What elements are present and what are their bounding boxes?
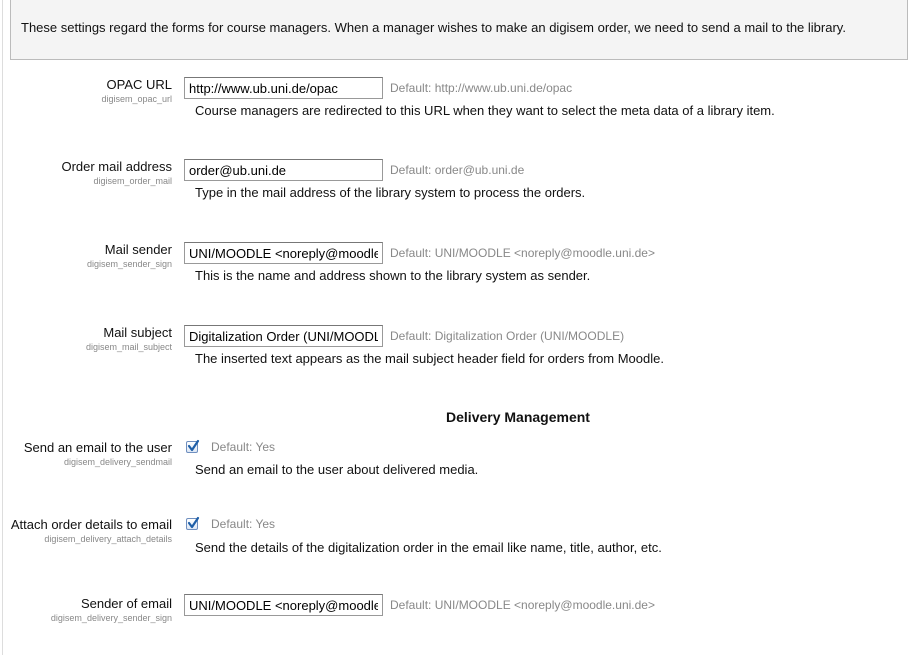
setting-description: Course managers are redirected to this U… [195,103,775,118]
settings-page: These settings regard the forms for cour… [0,0,908,655]
setting-internal-name: digisem_delivery_sender_sign [50,613,172,623]
attach-details-checkbox[interactable] [186,516,200,530]
checkmark-icon [187,439,200,452]
setting-label-block: Send an email to the user digisem_delive… [0,440,172,468]
setting-internal-name: digisem_delivery_sendmail [63,457,172,467]
setting-label: Mail sender [104,242,172,257]
setting-label: Attach order details to email [10,517,172,532]
setting-description: Type in the mail address of the library … [195,185,586,200]
setting-label-block: OPAC URL digisem_opac_url [0,77,172,105]
setting-label: Order mail address [61,159,172,174]
mail-sender-input[interactable] [184,242,383,264]
intro-text: These settings regard the forms for cour… [21,20,846,35]
setting-label-block: Mail sender digisem_sender_sign [0,242,172,270]
setting-internal-name: digisem_delivery_attach_details [44,534,172,544]
setting-label: Sender of email [80,596,172,611]
default-value: Default: UNI/MOODLE <noreply@moodle.uni.… [390,598,655,612]
checkmark-icon [187,516,200,529]
default-value: Default: Yes [211,517,276,531]
opac-url-input[interactable] [184,77,383,99]
setting-internal-name: digisem_order_mail [93,176,172,186]
setting-description: The inserted text appears as the mail su… [195,351,664,366]
intro-box: These settings regard the forms for cour… [10,0,908,60]
setting-label-block: Order mail address digisem_order_mail [0,159,172,187]
default-value: Default: order@ub.uni.de [390,163,525,177]
setting-label-block: Mail subject digisem_mail_subject [0,325,172,353]
setting-description: This is the name and address shown to th… [195,268,591,283]
default-value: Default: http://www.ub.uni.de/opac [390,81,573,95]
setting-label: Send an email to the user [23,440,172,455]
order-mail-input[interactable] [184,159,383,181]
sender-of-email-input[interactable] [184,594,383,616]
setting-description: Send the details of the digitalization o… [195,540,662,555]
default-value: Default: Digitalization Order (UNI/MOODL… [390,329,625,343]
default-value: Default: Yes [211,440,276,454]
setting-internal-name: digisem_mail_subject [85,342,172,352]
setting-description: Send an email to the user about delivere… [195,462,479,477]
setting-label-block: Attach order details to email digisem_de… [0,517,172,545]
section-heading-delivery: Delivery Management [446,409,590,425]
setting-label-block: Sender of email digisem_delivery_sender_… [0,596,172,624]
default-value: Default: UNI/MOODLE <noreply@moodle.uni.… [390,246,655,260]
setting-internal-name: digisem_sender_sign [86,259,172,269]
mail-subject-input[interactable] [184,325,383,347]
setting-internal-name: digisem_opac_url [101,94,172,104]
sendmail-checkbox[interactable] [186,439,200,453]
setting-label: OPAC URL [106,77,173,92]
setting-label: Mail subject [103,325,172,340]
